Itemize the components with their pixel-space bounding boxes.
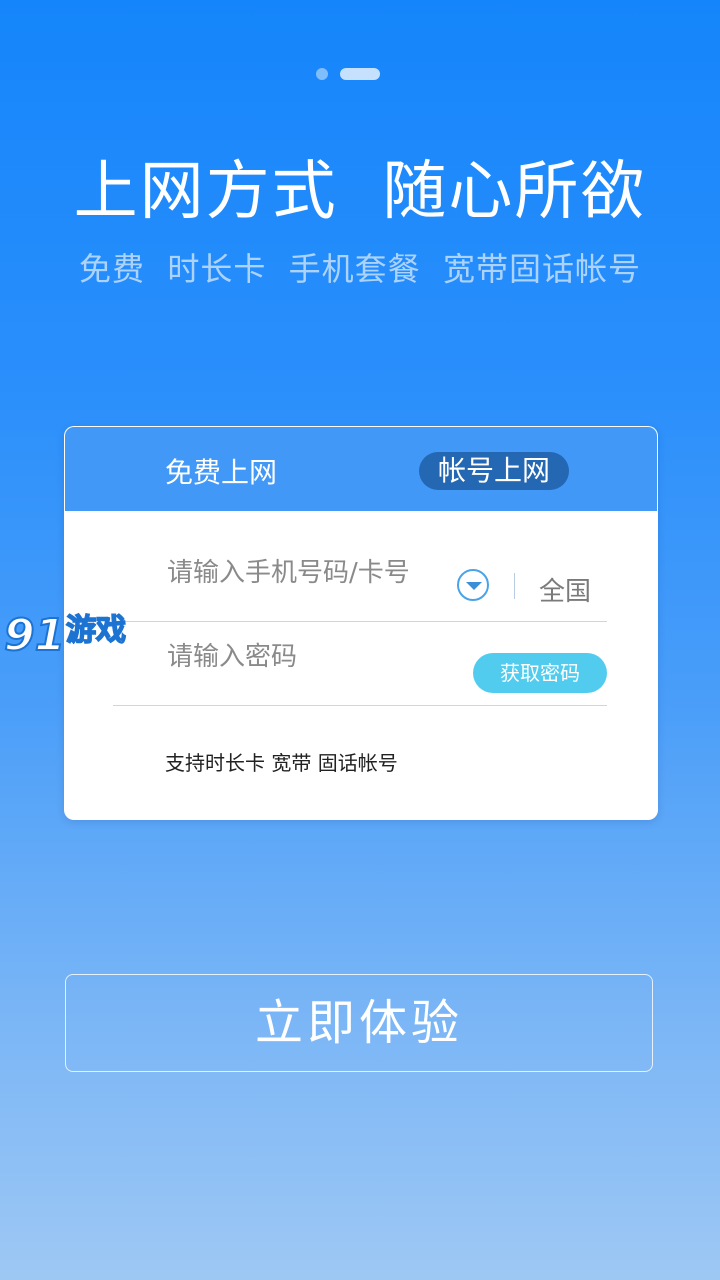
support-note: 支持时长卡 宽带 固话帐号 [165, 751, 398, 775]
region-selector[interactable]: 全国 [539, 571, 591, 608]
try-now-button[interactable]: 立即体验 [65, 974, 653, 1072]
phone-input[interactable] [165, 557, 449, 589]
page-indicator [0, 68, 720, 80]
password-input[interactable] [165, 641, 449, 673]
login-card: 免费上网 帐号上网 全国 获取密码 支持时长卡 宽带 固话帐号 [64, 426, 658, 820]
page-dot [316, 68, 328, 80]
chevron-down-icon[interactable] [457, 569, 489, 601]
headline: 上网方式 随心所欲 [73, 155, 647, 229]
tab-free-internet[interactable]: 免费上网 [165, 451, 277, 491]
password-row: 获取密码 [113, 621, 607, 706]
login-tabs: 免费上网 帐号上网 [65, 427, 657, 511]
get-password-button[interactable]: 获取密码 [473, 653, 607, 693]
subline: 免费 时长卡 手机套餐 宽带固话帐号 [78, 250, 642, 288]
page-dot-active [340, 68, 380, 80]
watermark-number: 91 [3, 610, 66, 661]
watermark-url: 91danji.com [68, 648, 142, 662]
watermark-logo: 91 游戏 91danji.com [3, 610, 144, 668]
watermark-text: 游戏 [65, 613, 127, 649]
divider [514, 573, 515, 599]
tab-account-internet[interactable]: 帐号上网 [419, 452, 569, 490]
phone-row: 全国 [113, 537, 607, 622]
